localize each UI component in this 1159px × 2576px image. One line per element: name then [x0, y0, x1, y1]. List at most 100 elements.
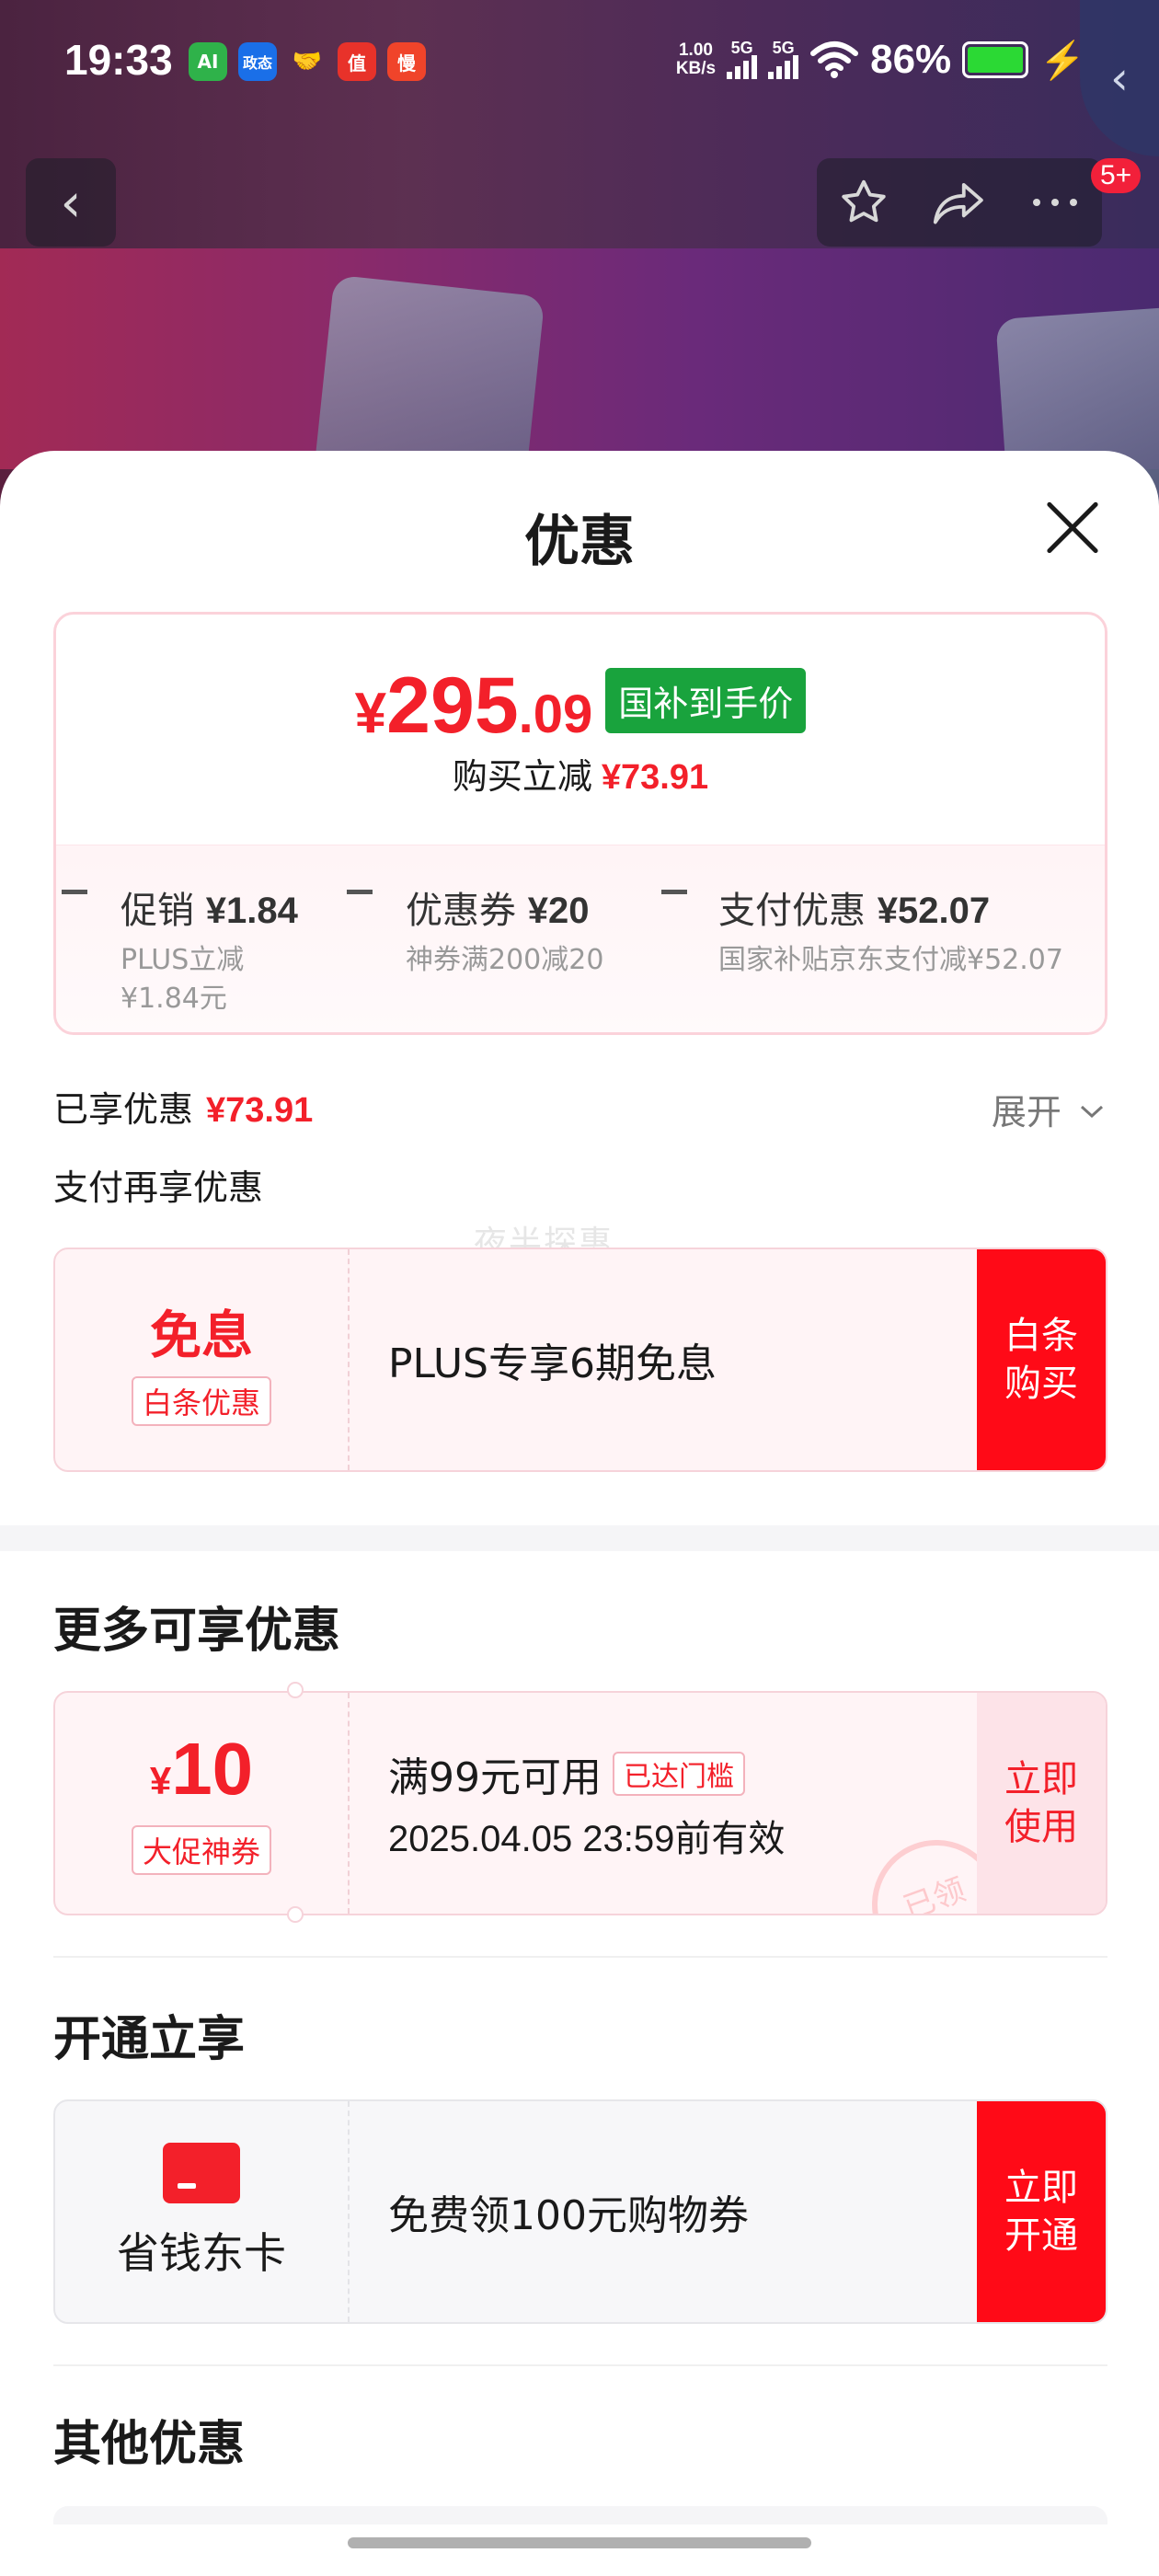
breakdown-payment: 支付优惠 ¥52.07 国家补贴京东支付减¥52.07	[718, 880, 1063, 980]
activate-now-button[interactable]: 立即 开通	[977, 2101, 1106, 2322]
charging-bolt-icon: ⚡	[1039, 40, 1085, 81]
interest-free-label: 免息	[150, 1305, 253, 1366]
price-card: ¥295.09 国补到手价 购买立减 ¥73.91 促销 ¥1.84 PLUS立减 …	[53, 612, 1107, 1035]
discount-sheet: 优惠 ¥295.09 国补到手价 购买立减 ¥73.91 促销 ¥1.84 PLUS…	[0, 451, 1159, 2576]
breakdown-promo: 促销 ¥1.84 PLUS立减 ¥1.84元	[120, 880, 298, 1018]
signal-1-label: 5G	[730, 39, 753, 57]
app-handshake-icon: 🤝	[292, 48, 323, 75]
net-speed-value: 1.00	[678, 40, 713, 60]
status-bar: 19:33 AI 政态 🤝 值 慢 1.00 KB/s 5G 5G 86% ⚡ …	[0, 0, 1159, 156]
discount-breakdown: 促销 ¥1.84 PLUS立减 ¥1.84元 优惠券 ¥20 神券满200减20…	[56, 845, 1105, 1032]
coupon-symbol: ¥	[149, 1758, 172, 1802]
next-card-stub	[53, 2506, 1107, 2524]
coupon-left: ¥10 大促神券	[55, 1693, 350, 1914]
coupon-label: 优惠券	[406, 890, 516, 932]
baitiao-text: PLUS专享6期免息	[388, 1340, 717, 1387]
final-price: ¥295.09	[355, 661, 593, 750]
coupon-notch-bottom	[287, 1906, 304, 1923]
top-actions	[817, 158, 1102, 247]
enjoyed-label: 已享优惠	[53, 1089, 194, 1130]
app-man-icon: 慢	[387, 42, 426, 81]
chevron-left-icon: ‹	[60, 171, 82, 234]
price-decimal: .09	[518, 684, 593, 744]
threshold-reached-tag: 已达门槛	[613, 1752, 745, 1796]
battery-percent: 86%	[870, 37, 952, 82]
back-button[interactable]: ‹	[26, 158, 116, 247]
baitiao-offer-card[interactable]: 免息 白条优惠 PLUS专享6期免息 白条 购买	[53, 1248, 1107, 1472]
coupon-sub: 神券满200减20	[406, 944, 604, 976]
use-now-button[interactable]: 立即 使用	[977, 1693, 1106, 1914]
price-line: ¥295.09 国补到手价	[56, 661, 1105, 752]
coupon-card[interactable]: ¥10 大促神券 满99元可用 已达门槛 2025.04.05 23:59前有效 …	[53, 1691, 1107, 1915]
promo-value: ¥1.84	[205, 891, 298, 931]
instant-discount-value: ¥73.91	[601, 758, 709, 797]
home-indicator[interactable]	[348, 2537, 811, 2548]
coupon-condition: 满99元可用	[388, 1754, 602, 1801]
coupon-mid: 满99元可用 已达门槛 2025.04.05 23:59前有效	[388, 1693, 785, 1914]
coupon-validity: 2025.04.05 23:59前有效	[388, 1819, 786, 1859]
money-card-left: 省钱东卡	[55, 2101, 350, 2322]
battery-icon	[962, 41, 1029, 78]
app-ai-icon: AI	[189, 42, 227, 81]
money-card-mid: 免费领100元购物券	[388, 2101, 749, 2322]
wifi-icon	[810, 41, 859, 78]
promo-label: 促销	[120, 890, 194, 932]
money-card-text: 免费领100元购物券	[388, 2192, 749, 2239]
coupon-notch-top	[287, 1682, 304, 1698]
minus-icon	[62, 890, 87, 894]
share-icon[interactable]	[931, 176, 988, 229]
app-zhi-icon: 值	[338, 42, 376, 81]
subsidy-price-tag: 国补到手价	[605, 668, 807, 733]
net-speed-unit: KB/s	[675, 59, 717, 78]
enjoyed-discount: 已享优惠 ¥73.91	[53, 1081, 313, 1132]
star-icon[interactable]	[837, 176, 890, 229]
signal-2-label: 5G	[772, 39, 795, 57]
message-badge: 5+	[1091, 158, 1142, 193]
baitiao-left: 免息 白条优惠	[55, 1249, 350, 1470]
promo-sub-1: PLUS立减	[120, 944, 245, 976]
coupon-tag: 大促神券	[131, 1824, 271, 1875]
close-button[interactable]	[1043, 499, 1102, 558]
divider-line	[53, 1956, 1107, 1958]
image-color-band	[0, 248, 1159, 469]
coupon-value: ¥20	[527, 891, 590, 931]
expand-button[interactable]: 展开	[992, 1084, 1106, 1134]
instant-discount-label: 购买立减	[452, 756, 592, 797]
signal-2-icon: 5G	[768, 39, 799, 79]
credit-card-icon	[163, 2143, 240, 2203]
price-symbol: ¥	[354, 682, 387, 745]
payment-label: 支付优惠	[718, 890, 866, 932]
price-integer: 295	[386, 661, 519, 750]
baitiao-buy-button[interactable]: 白条 购买	[977, 1249, 1106, 1470]
money-card-name: 省钱东卡	[117, 2228, 286, 2278]
minus-icon	[347, 890, 373, 894]
status-time: 19:33	[64, 36, 173, 84]
promo-sub-2: ¥1.84元	[120, 983, 227, 1015]
payment-sub: 国家补贴京东支付减¥52.07	[718, 944, 1063, 976]
net-speed: 1.00 KB/s	[676, 41, 716, 78]
pay-more-title: 支付再享优惠	[53, 1167, 264, 1208]
status-right: 1.00 KB/s 5G 5G 86% ⚡	[676, 37, 1085, 83]
section-divider	[0, 1525, 1159, 1551]
status-app-icons: AI 政态 🤝 值 慢	[189, 42, 426, 81]
baitiao-mid: PLUS专享6期免息	[388, 1249, 717, 1470]
payment-value: ¥52.07	[877, 891, 991, 931]
coupon-amount: ¥10	[149, 1731, 253, 1818]
divider-line	[53, 2364, 1107, 2366]
minus-icon	[661, 890, 687, 894]
app-zhengtai-icon: 政态	[238, 42, 277, 81]
enjoyed-value: ¥73.91	[206, 1091, 314, 1130]
breakdown-coupon: 优惠券 ¥20 神券满200减20	[406, 880, 603, 980]
other-offers-title: 其他优惠	[53, 2417, 246, 2472]
more-offers-title: 更多可享优惠	[53, 1604, 341, 1659]
sheet-title: 优惠	[524, 510, 635, 574]
expand-label: 展开	[991, 1092, 1061, 1133]
money-card-offer[interactable]: 省钱东卡 免费领100元购物券 立即 开通	[53, 2099, 1107, 2324]
baitiao-tag: 白条优惠	[131, 1375, 271, 1426]
open-enjoy-title: 开通立享	[53, 2012, 246, 2067]
coupon-amount-value: 10	[171, 1727, 254, 1810]
instant-discount: 购买立减 ¥73.91	[56, 748, 1105, 799]
chevron-down-icon	[1080, 1105, 1104, 1119]
more-icon[interactable]	[1028, 193, 1082, 212]
signal-1-icon: 5G	[727, 39, 758, 79]
